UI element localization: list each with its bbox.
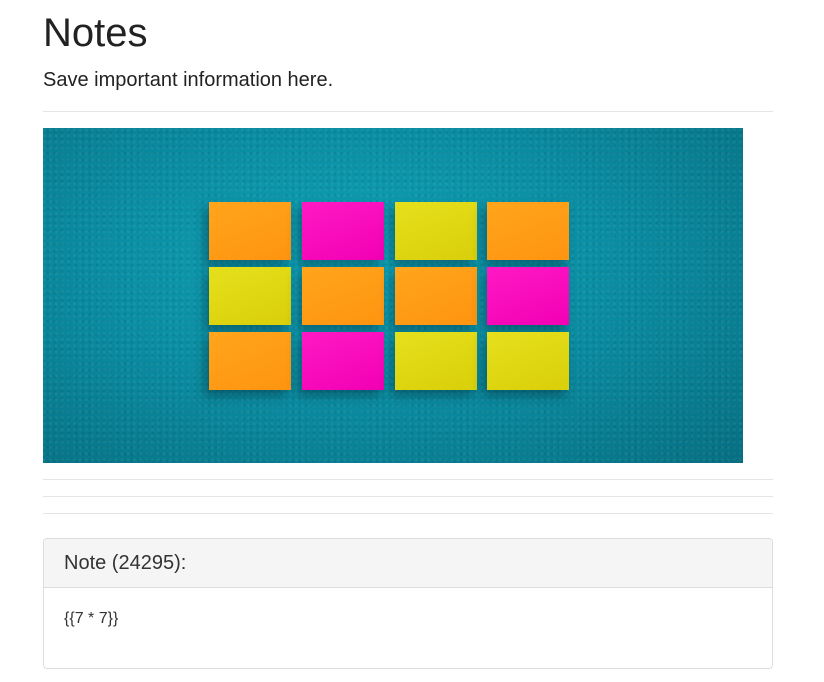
- sticky-note: [487, 332, 569, 390]
- sticky-note: [395, 332, 477, 390]
- sticky-note: [209, 202, 291, 260]
- sticky-note: [487, 202, 569, 260]
- sticky-note: [209, 267, 291, 325]
- sticky-note: [395, 202, 477, 260]
- sticky-note: [302, 332, 384, 390]
- page-subtitle: Save important information here.: [43, 69, 334, 91]
- divider: [43, 513, 773, 514]
- sticky-note: [487, 267, 569, 325]
- divider: [43, 111, 773, 112]
- sticky-note: [302, 202, 384, 260]
- note-card: Note (24295): {{7 * 7}}: [43, 538, 773, 669]
- sticky-note: [395, 267, 477, 325]
- divider: [43, 496, 773, 497]
- divider: [43, 479, 773, 480]
- sticky-notes-image: [43, 128, 743, 463]
- note-card-header: Note (24295):: [44, 539, 772, 588]
- page-title: Notes: [43, 11, 148, 55]
- sticky-note: [209, 332, 291, 390]
- sticky-note: [302, 267, 384, 325]
- note-card-body: {{7 * 7}}: [64, 610, 119, 627]
